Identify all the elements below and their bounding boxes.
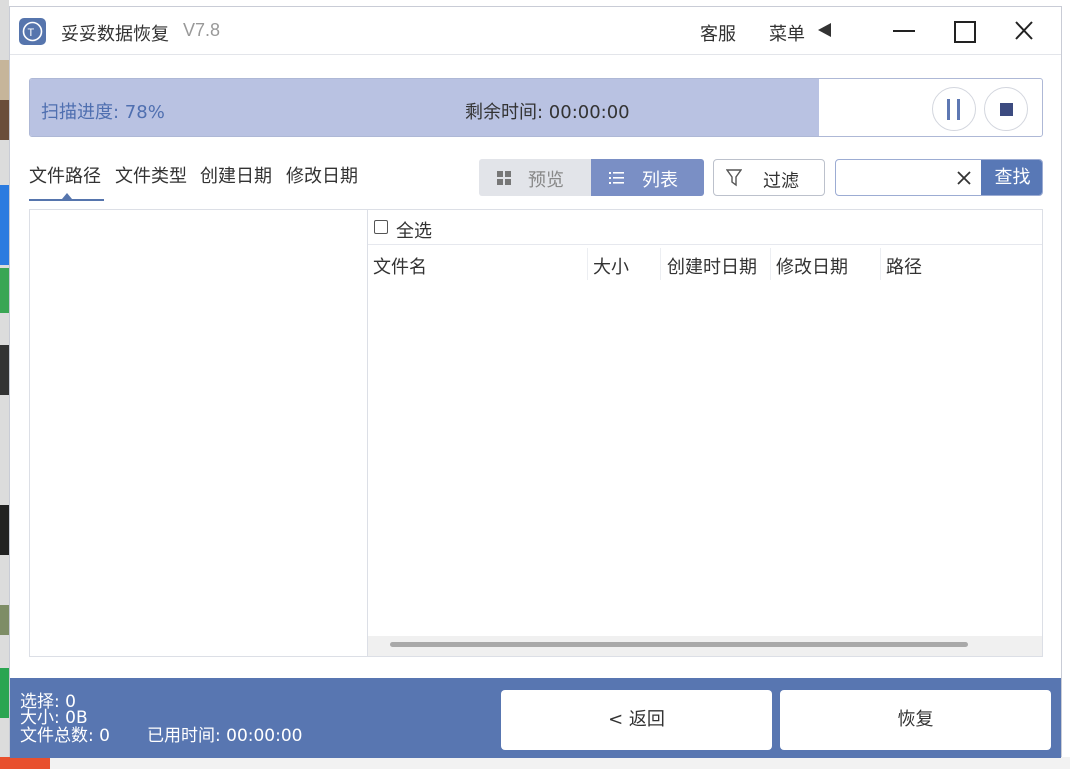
scan-progress-label: 扫描进度: 78% (41, 102, 165, 123)
filter-icon (726, 169, 742, 187)
list-label: 列表 (642, 170, 678, 191)
select-all-label[interactable]: 全选 (396, 217, 432, 243)
tab-create-date[interactable]: 创建日期 (200, 162, 272, 188)
active-tab-indicator (29, 199, 104, 201)
active-tab-caret (62, 193, 72, 199)
select-all-checkbox[interactable] (374, 220, 388, 234)
svg-text:T: T (28, 27, 35, 39)
filter-button[interactable]: 过滤 (713, 159, 825, 196)
desktop-app-icon (0, 757, 50, 769)
preview-label: 预览 (528, 170, 564, 191)
minimize-button[interactable] (889, 17, 919, 45)
column-divider[interactable] (880, 248, 881, 280)
grid-icon (497, 171, 511, 185)
column-divider[interactable] (587, 248, 588, 280)
remaining-time-label: 剩余时间: 00:00:00 (465, 102, 630, 123)
app-title: 妥妥数据恢复 (61, 24, 169, 45)
total-files-count: 文件总数: 0 (20, 726, 110, 746)
column-divider[interactable] (660, 248, 661, 280)
recover-button[interactable]: 恢复 (780, 690, 1051, 750)
customer-service-button[interactable]: 客服 (700, 20, 736, 46)
file-list-header: 文件名 大小 创建时日期 修改日期 路径 (368, 246, 1042, 282)
column-header-size[interactable]: 大小 (593, 253, 629, 279)
pause-button[interactable] (932, 87, 976, 131)
scrollbar-thumb[interactable] (390, 642, 968, 647)
menu-arrow-icon[interactable] (818, 23, 831, 37)
app-logo-icon: T (19, 18, 46, 45)
view-mode-toggle: 预览 列表 (479, 159, 704, 196)
search-button[interactable]: 查找 (981, 160, 1042, 195)
desktop-taskbar-fragment (0, 757, 1070, 769)
status-footer: 选择: 0 大小: 0B 文件总数: 0 已用时间: 00:00:00 < 返回… (10, 678, 1061, 758)
column-header-path[interactable]: 路径 (886, 253, 922, 279)
close-icon (1015, 21, 1033, 40)
select-all-row: 全选 (368, 210, 1042, 245)
tab-file-path[interactable]: 文件路径 (29, 162, 101, 188)
filter-label: 过滤 (763, 171, 799, 192)
list-icon (609, 172, 624, 184)
desktop-background-strip (0, 0, 9, 769)
file-list-pane: 全选 文件名 大小 创建时日期 修改日期 路径 (367, 209, 1043, 657)
close-button[interactable] (1009, 17, 1039, 45)
search-box: 查找 (835, 159, 1043, 196)
stop-button[interactable] (984, 87, 1028, 131)
back-button[interactable]: < 返回 (501, 690, 772, 750)
app-window: T 妥妥数据恢复 V7.8 客服 菜单 扫描进度: 78% 剩余时间: 00:0… (9, 6, 1062, 758)
tab-file-type[interactable]: 文件类型 (115, 162, 187, 188)
elapsed-time: 已用时间: 00:00:00 (147, 726, 303, 746)
title-bar: T 妥妥数据恢复 V7.8 客服 菜单 (10, 7, 1061, 55)
maximize-button[interactable] (949, 17, 979, 45)
clear-search-icon[interactable] (954, 168, 974, 188)
folder-tree-pane[interactable] (29, 209, 368, 657)
app-version: V7.8 (183, 20, 221, 40)
menu-button[interactable]: 菜单 (769, 20, 805, 46)
column-header-modified[interactable]: 修改日期 (776, 253, 848, 279)
list-view-button[interactable]: 列表 (591, 159, 704, 196)
scan-progress-panel: 扫描进度: 78% 剩余时间: 00:00:00 (29, 78, 1043, 137)
column-divider[interactable] (770, 248, 771, 280)
column-header-name[interactable]: 文件名 (373, 253, 427, 279)
horizontal-scrollbar[interactable] (368, 636, 1042, 656)
column-header-created[interactable]: 创建时日期 (667, 253, 757, 279)
preview-view-button[interactable]: 预览 (479, 159, 591, 196)
tab-modify-date[interactable]: 修改日期 (286, 162, 358, 188)
